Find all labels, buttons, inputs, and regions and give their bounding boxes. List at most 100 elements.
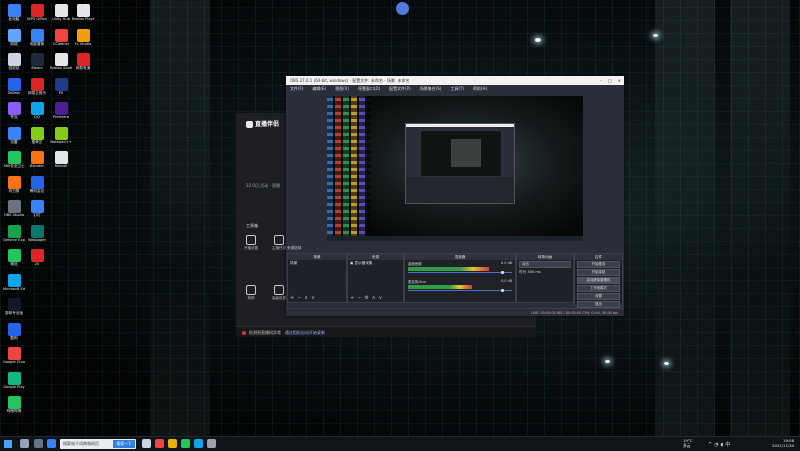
toolbox-row-2: 美颜 高级设置 [242,285,288,301]
task-view-icon[interactable] [34,439,43,448]
add-icon[interactable]: + [350,295,354,301]
desktop-icon[interactable]: ToDesk [3,77,25,95]
desktop-icon[interactable]: 回收站 [3,53,25,70]
widgets-icon[interactable] [47,439,56,448]
desktop-icon[interactable]: Unity Hub [50,4,72,21]
desktop-icon[interactable]: 20 [26,249,48,266]
system-tray[interactable]: ^◔◖中 [708,441,732,448]
menu-item[interactable]: 视图(V) [335,85,349,92]
desktop-icon[interactable]: 酷狗 [3,322,25,340]
desktop-icon[interactable]: Google Chrome [3,347,25,364]
toolbox-header: 工具箱 [246,223,258,228]
desktop-icon[interactable]: QQ [26,102,48,119]
desktop-icon[interactable]: 夸克 [3,102,25,119]
remove-icon[interactable]: − [297,295,301,301]
obs-icon[interactable] [207,439,216,448]
menu-item[interactable]: 编辑(E) [312,85,326,92]
start-recording-button[interactable]: 开始录制 [577,269,620,276]
desktop-icon-top[interactable] [391,2,413,15]
menu-item[interactable]: 场景集合(S) [420,85,442,92]
slider-knob[interactable] [501,289,504,292]
desktop-icon[interactable]: 爱奇艺 [26,126,48,144]
desktop-icon[interactable]: Geforce Experience [3,224,25,242]
folder-icon[interactable] [168,439,177,448]
desktop-icon[interactable]: CCleaner [50,28,72,46]
menu-item[interactable]: 帮助(H) [473,85,487,92]
ime-icon[interactable]: 中 [725,442,732,448]
task-view-icon[interactable] [142,439,151,448]
slider-knob[interactable] [501,271,504,274]
chrome-icon[interactable] [155,439,164,448]
settings-button[interactable]: 设置 [577,293,620,300]
down-icon[interactable]: ∨ [311,295,315,301]
add-icon[interactable]: + [290,295,294,301]
menu-item[interactable]: 停靠窗口(D) [358,85,380,92]
wechat-icon[interactable] [181,439,190,448]
desktop-icon[interactable]: 迅雷 [3,126,25,144]
desktop-icon[interactable]: Google Play [3,371,25,389]
scene-item[interactable]: 场景 [288,260,346,267]
desktop-icon[interactable]: 剪映专业版 [3,298,25,315]
desktop-icon-label: 迅雷 [10,139,18,144]
desktop-icon[interactable]: 腾讯会议 [26,175,48,193]
status-extra[interactable]: 通过相机自动开始录制 [285,330,325,335]
beauty-button[interactable]: 美颜 [242,285,260,301]
studio-mode-button[interactable]: 工作室模式 [577,285,620,292]
desktop-icon[interactable]: Microsoft Edge [3,273,25,291]
desktop-icon[interactable]: PS [50,77,72,95]
nested-preview [420,130,502,177]
exit-button[interactable]: 退出 [577,301,620,308]
transition-select[interactable]: 淡出 [519,261,571,268]
obs-preview[interactable] [327,96,583,241]
menu-item[interactable]: 文件(F) [290,85,303,92]
virtual-camera-button[interactable]: 启动虚拟摄像机 [577,277,620,284]
down-icon[interactable]: ∨ [379,295,383,301]
desktop-icon[interactable]: 此电脑 [3,4,25,21]
desktop-icon[interactable]: 网络 [3,28,25,46]
desktop-icon[interactable]: 钉钉 [26,200,48,217]
desktop-icon[interactable]: Wallpaper [26,224,48,242]
volume-slider-1[interactable] [408,271,512,274]
remove-icon[interactable]: − [357,295,361,301]
desktop-icon[interactable]: 网易有道 [72,53,94,70]
up-icon[interactable]: ∧ [304,295,308,301]
duration-value[interactable]: 300 ms [527,270,540,274]
desktop-icon[interactable]: Roblox Player [72,4,94,21]
close-icon[interactable]: ✕ [618,76,621,85]
search-button[interactable]: 搜索一下 [113,440,135,448]
qq-icon[interactable] [194,439,203,448]
menu-item[interactable]: 配置文件(P) [389,85,411,92]
desktop-icon[interactable]: Notepad++ [50,126,72,144]
menu-item[interactable]: 工具(T) [450,85,464,92]
maximize-icon[interactable]: □ [608,76,612,85]
stream-settings-button[interactable]: 开播设置 [242,235,260,251]
desktop-icon[interactable]: Premiere [50,102,72,119]
desktop-icon[interactable]: Roblox Studio [50,53,72,70]
desktop-icon[interactable]: 哔哩哔哩 [3,396,25,413]
desktop-icon[interactable]: 网易云音乐 [26,77,48,95]
desktop-icon[interactable]: 向日葵 [3,175,25,193]
minimize-icon[interactable]: – [600,76,602,85]
desktop-icon[interactable]: 电脑管家 [26,28,48,46]
desktop-icon[interactable]: Blender [26,151,48,168]
desktop-icon[interactable]: Steam [26,53,48,70]
up-icon[interactable]: ∧ [372,295,376,301]
gear-icon[interactable]: ⚙ [364,295,368,301]
desktop-icon[interactable]: OBS Studio [3,200,25,217]
desktop-icon[interactable]: 360安全卫士 [3,151,25,168]
weather-widget[interactable]: 19°C 多云 [683,438,692,448]
desktop-icon[interactable]: 微信 [3,249,25,266]
taskbar-clock[interactable]: 19:08 2021/11/30 [772,438,794,448]
wallpaper-column [730,0,790,450]
start-streaming-button[interactable]: 开始推流 [577,261,620,268]
desktop-icon[interactable]: RoboAI [50,151,72,168]
desktop-icon[interactable]: FL Studio [72,28,94,46]
app-icon [7,102,21,115]
search-icon[interactable] [20,439,29,448]
volume-slider-2[interactable] [408,289,512,292]
desktop-icon[interactable]: WPS Office [26,4,48,21]
start-button[interactable] [4,440,12,448]
source-item[interactable]: ▣ 显示器采集 [348,260,403,267]
taskbar-search-box[interactable]: 搜索电子词典和网页 搜索一下 [60,439,136,449]
desktop-icon-label: 哔哩哔哩 [6,409,22,413]
